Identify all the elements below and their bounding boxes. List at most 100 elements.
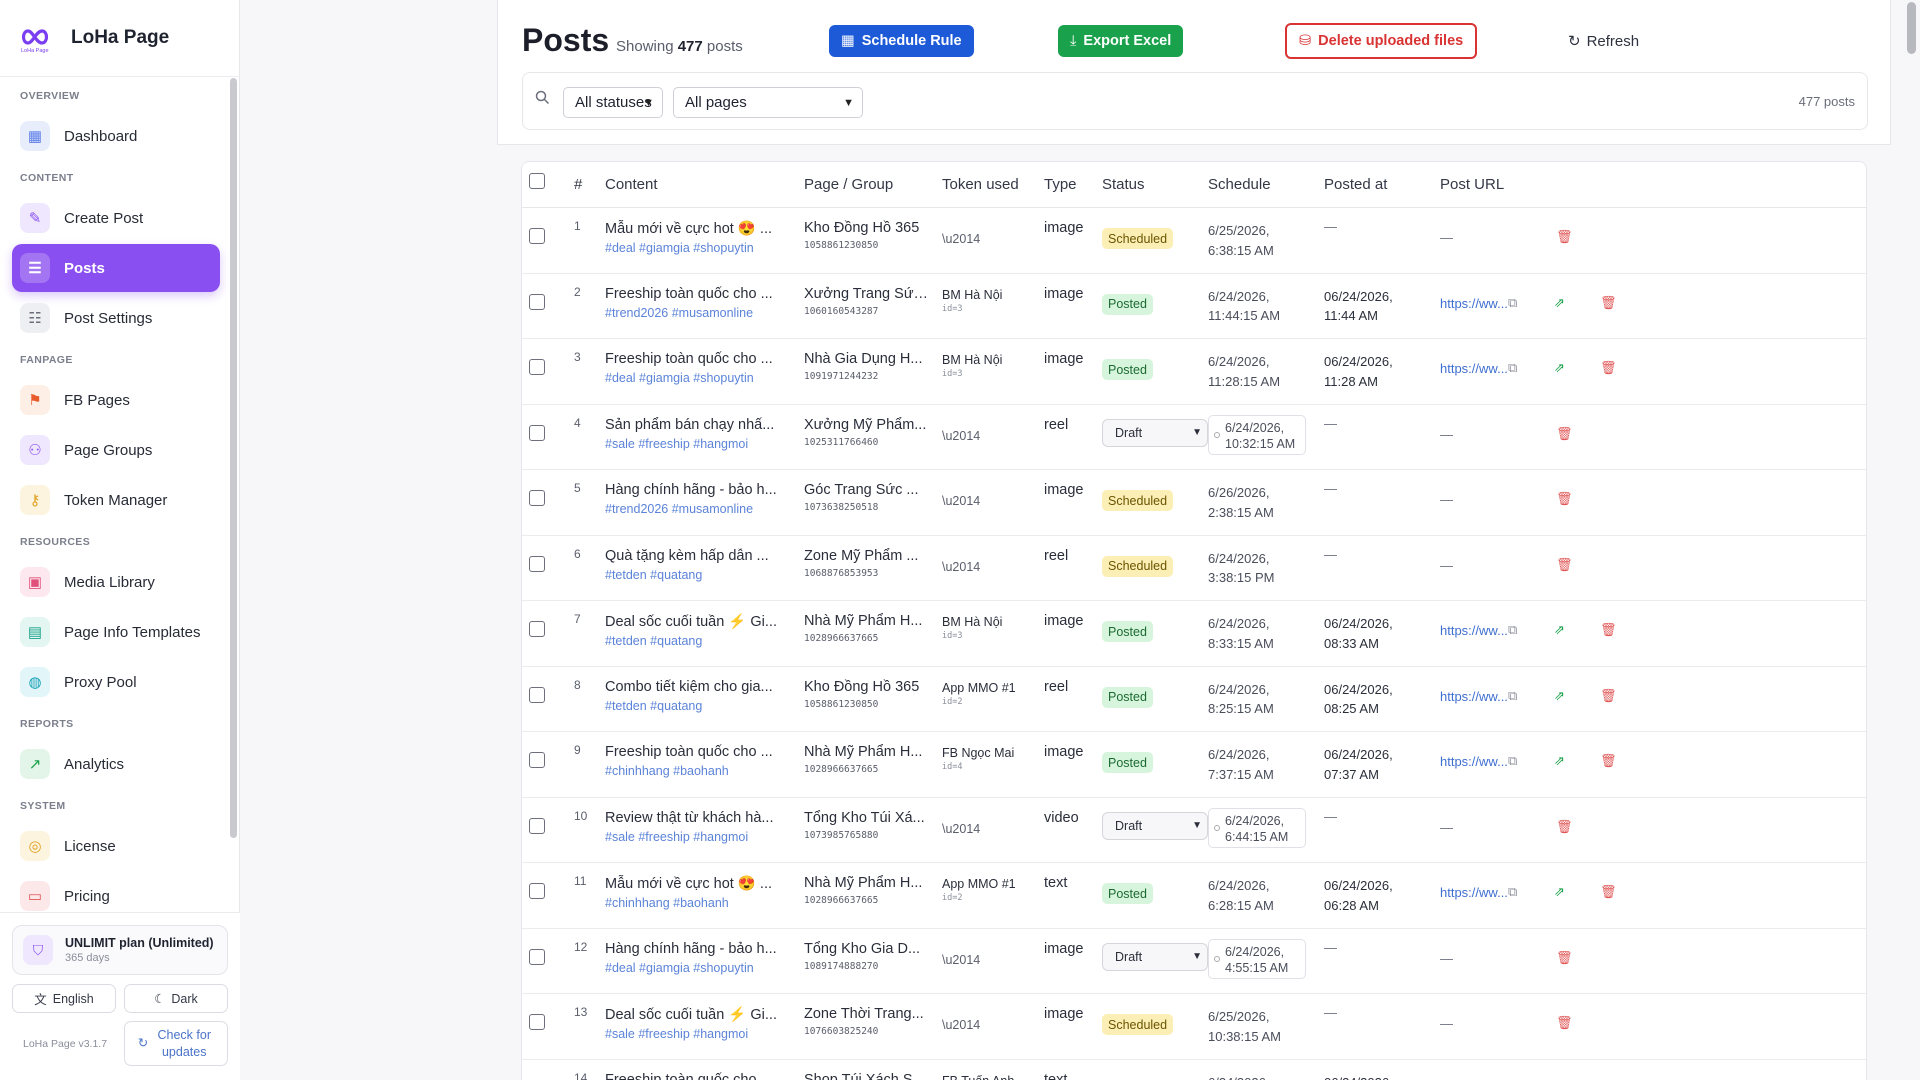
sidebar-item-create-post[interactable]: ✎ Create Post bbox=[12, 194, 220, 242]
table-row[interactable]: 13 Deal sốc cuối tuần ⚡ Gi... #sale #frees… bbox=[522, 994, 1866, 1060]
post-url-link[interactable]: https://ww... bbox=[1440, 689, 1508, 704]
schedule-datetime-input[interactable]: 6/24/2026, 10:32:15 AM bbox=[1208, 414, 1306, 455]
table-row[interactable]: 5 Hàng chính hãng - bảo h... #trend2026 #m… bbox=[522, 470, 1866, 536]
refresh-button[interactable]: ↻ Refresh bbox=[1556, 25, 1651, 57]
post-url-link[interactable]: https://ww... bbox=[1440, 754, 1508, 769]
external-link-icon[interactable]: ⇗ bbox=[1554, 688, 1565, 704]
sidebar-scrollbar[interactable] bbox=[230, 78, 237, 838]
select-all-checkbox[interactable] bbox=[529, 173, 545, 189]
row-checkbox[interactable] bbox=[529, 948, 545, 965]
schedule-datetime-input[interactable]: 6/24/2026, 4:55:15 AM bbox=[1208, 938, 1306, 979]
sidebar-item-license[interactable]: ◎ License bbox=[12, 822, 220, 870]
table-row[interactable]: 9 Freeship toàn quốc cho ... #chinhhang #b… bbox=[522, 732, 1866, 798]
status-filter-select[interactable]: All statuses ▼ bbox=[563, 87, 663, 118]
table-row[interactable]: 3 Freeship toàn quốc cho ... #deal #giamgi… bbox=[522, 339, 1866, 405]
schedule-rule-button[interactable]: ▦ Schedule Rule bbox=[829, 25, 974, 57]
post-url-link[interactable]: https://ww... bbox=[1440, 623, 1508, 638]
post-content[interactable]: Quà tặng kèm hấp dẫn ... bbox=[605, 548, 780, 564]
trash-icon[interactable]: 🗑 bbox=[1600, 360, 1617, 376]
table-row[interactable]: 1 Mẫu mới về cực hot 😍 ... #deal #giamgia … bbox=[522, 208, 1866, 274]
table-row[interactable]: 4 Sản phẩm bán chạy nhấ... #sale #freeship… bbox=[522, 405, 1866, 470]
sidebar-item-pricing[interactable]: ▭ Pricing bbox=[12, 872, 220, 913]
table-row[interactable]: 6 Quà tặng kèm hấp dẫn ... #tetden #quatan… bbox=[522, 536, 1866, 601]
table-row[interactable]: 2 Freeship toàn quốc cho ... #trend2026 #m… bbox=[522, 274, 1866, 339]
post-url-link[interactable]: https://ww... bbox=[1440, 361, 1508, 376]
post-content[interactable]: Review thật từ khách hà... bbox=[605, 810, 780, 826]
post-content[interactable]: Deal sốc cuối tuần ⚡ Gi... bbox=[605, 613, 780, 630]
row-checkbox[interactable] bbox=[529, 686, 545, 703]
copy-icon[interactable]: ⧉ bbox=[1508, 688, 1517, 704]
check-updates-button[interactable]: ↻ Check for updates bbox=[124, 1021, 228, 1066]
sidebar-item-post-settings[interactable]: ☷ Post Settings bbox=[12, 294, 220, 342]
brand[interactable]: LoHa Page LoHa Page bbox=[0, 0, 239, 77]
post-content[interactable]: Deal sốc cuối tuần ⚡ Gi... bbox=[605, 1006, 780, 1023]
copy-icon[interactable]: ⧉ bbox=[1508, 884, 1517, 900]
page-filter-select[interactable]: All pages ▼ bbox=[673, 87, 863, 118]
trash-icon[interactable]: 🗑 bbox=[1600, 622, 1617, 638]
table-row[interactable]: 14 Freeship toàn quốc cho ... Shop Túi Xác… bbox=[522, 1060, 1866, 1080]
trash-icon[interactable]: 🗑 bbox=[1556, 819, 1573, 835]
external-link-icon[interactable]: ⇗ bbox=[1554, 295, 1565, 311]
trash-icon[interactable]: 🗑 bbox=[1556, 950, 1573, 966]
trash-icon[interactable]: 🗑 bbox=[1556, 1015, 1573, 1031]
row-checkbox[interactable] bbox=[529, 228, 545, 244]
search-icon[interactable] bbox=[535, 90, 550, 110]
status-select[interactable]: Draft ▼ bbox=[1102, 942, 1208, 971]
row-checkbox[interactable] bbox=[529, 752, 545, 768]
trash-icon[interactable]: 🗑 bbox=[1556, 491, 1573, 507]
language-button[interactable]: 文 English bbox=[12, 984, 116, 1013]
post-content[interactable]: Sản phẩm bán chạy nhấ... bbox=[605, 417, 780, 433]
sidebar-item-posts[interactable]: ☰ Posts bbox=[12, 244, 220, 292]
sidebar-item-media-library[interactable]: ▣ Media Library bbox=[12, 558, 220, 606]
trash-icon[interactable]: 🗑 bbox=[1600, 753, 1617, 769]
sidebar-item-analytics[interactable]: ↗ Analytics bbox=[12, 740, 220, 788]
post-content[interactable]: Combo tiết kiệm cho gia... bbox=[605, 679, 780, 695]
post-content[interactable]: Hàng chính hãng - bảo h... bbox=[605, 482, 780, 498]
post-content[interactable]: Freeship toàn quốc cho ... bbox=[605, 286, 780, 302]
row-checkbox[interactable] bbox=[529, 424, 545, 441]
table-row[interactable]: 11 Mẫu mới về cực hot 😍 ... #chinhhang #ba… bbox=[522, 863, 1866, 929]
row-checkbox[interactable] bbox=[529, 883, 545, 899]
export-excel-button[interactable]: ⤓ Export Excel bbox=[1058, 25, 1184, 57]
sidebar-item-dashboard[interactable]: ▦ Dashboard bbox=[12, 112, 220, 160]
trash-icon[interactable]: 🗑 bbox=[1600, 688, 1617, 704]
theme-button[interactable]: ☾ Dark bbox=[124, 984, 228, 1013]
table-row[interactable]: 8 Combo tiết kiệm cho gia... #tetden #quat… bbox=[522, 667, 1866, 732]
copy-icon[interactable]: ⧉ bbox=[1508, 622, 1517, 638]
row-checkbox[interactable] bbox=[529, 490, 545, 506]
sidebar-item-fb-pages[interactable]: ⚑ FB Pages bbox=[12, 376, 220, 424]
page-scrollbar[interactable] bbox=[1907, 2, 1916, 54]
status-select[interactable]: Draft ▼ bbox=[1102, 418, 1208, 447]
row-checkbox[interactable] bbox=[529, 621, 545, 637]
trash-icon[interactable]: 🗑 bbox=[1600, 884, 1617, 900]
copy-icon[interactable]: ⧉ bbox=[1508, 753, 1517, 769]
row-checkbox[interactable] bbox=[529, 293, 545, 310]
external-link-icon[interactable]: ⇗ bbox=[1554, 360, 1565, 376]
trash-icon[interactable]: 🗑 bbox=[1600, 295, 1617, 311]
post-content[interactable]: Mẫu mới về cực hot 😍 ... bbox=[605, 220, 780, 237]
post-content[interactable]: Freeship toàn quốc cho ... bbox=[605, 744, 780, 760]
post-content[interactable]: Hàng chính hãng - bảo h... bbox=[605, 941, 780, 957]
status-select[interactable]: Draft ▼ bbox=[1102, 811, 1208, 840]
plan-card[interactable]: ⛉ UNLIMIT plan (Unlimited) 365 days bbox=[12, 925, 228, 975]
post-url-link[interactable]: https://ww... bbox=[1440, 296, 1508, 311]
sidebar-item-proxy-pool[interactable]: ◍ Proxy Pool bbox=[12, 658, 220, 706]
sidebar-item-token-manager[interactable]: ⚷ Token Manager bbox=[12, 476, 220, 524]
table-row[interactable]: 12 Hàng chính hãng - bảo h... #deal #giamg… bbox=[522, 929, 1866, 994]
sidebar-item-page-groups[interactable]: ⚇ Page Groups bbox=[12, 426, 220, 474]
external-link-icon[interactable]: ⇗ bbox=[1554, 622, 1565, 638]
row-checkbox[interactable] bbox=[529, 359, 545, 375]
post-content[interactable]: Freeship toàn quốc cho ... bbox=[605, 1072, 780, 1080]
trash-icon[interactable]: 🗑 bbox=[1556, 229, 1573, 245]
post-content[interactable]: Mẫu mới về cực hot 😍 ... bbox=[605, 875, 780, 892]
table-row[interactable]: 10 Review thật từ khách hà... #sale #frees… bbox=[522, 798, 1866, 863]
table-row[interactable]: 7 Deal sốc cuối tuần ⚡ Gi... #tetden #quat… bbox=[522, 601, 1866, 667]
sidebar-item-page-info-templates[interactable]: ▤ Page Info Templates bbox=[12, 608, 220, 656]
trash-icon[interactable]: 🗑 bbox=[1556, 557, 1573, 573]
post-url-link[interactable]: https://ww... bbox=[1440, 885, 1508, 900]
copy-icon[interactable]: ⧉ bbox=[1508, 295, 1517, 311]
external-link-icon[interactable]: ⇗ bbox=[1554, 884, 1565, 900]
row-checkbox[interactable] bbox=[529, 1014, 545, 1030]
row-checkbox[interactable] bbox=[529, 817, 545, 834]
delete-uploaded-files-button[interactable]: ⛁ Delete uploaded files bbox=[1285, 23, 1478, 59]
